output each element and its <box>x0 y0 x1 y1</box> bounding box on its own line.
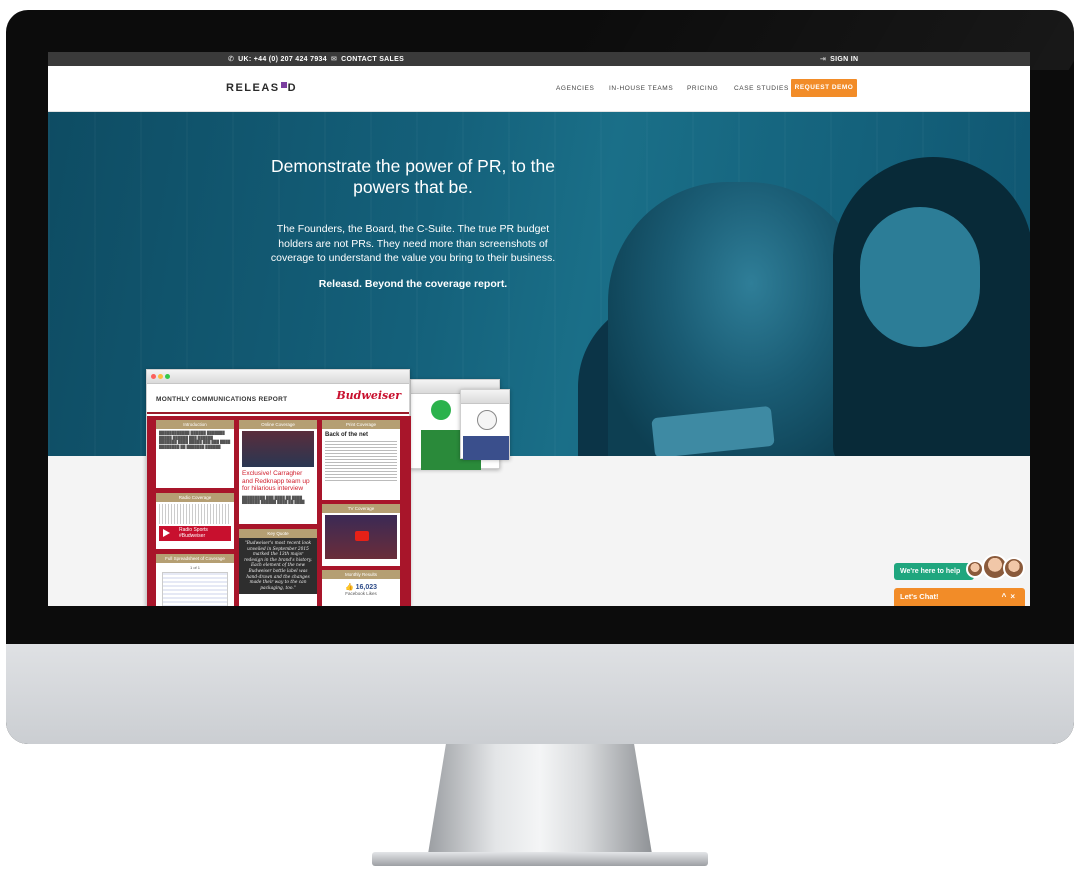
website-screen: ✆ UK: +44 (0) 207 424 7934 ✉ CONTACT SAL… <box>48 52 1030 606</box>
radio-hashtag: #Budweiser <box>179 532 206 539</box>
nav-pricing[interactable]: PRICING <box>687 85 718 92</box>
facebook-likes-value: 👍 16,023 <box>322 583 400 591</box>
publicity-badge <box>431 400 451 420</box>
contact-sales-link[interactable]: ✉ CONTACT SALES <box>331 55 405 64</box>
mail-icon: ✉ <box>331 56 338 63</box>
tv-video-thumbnail[interactable] <box>325 515 397 559</box>
nav-in-house-teams[interactable]: IN-HOUSE TEAMS <box>609 85 673 92</box>
hero-tagline: Releasd. Beyond the coverage report. <box>318 277 508 290</box>
nav-case-studies[interactable]: CASE STUDIES <box>734 85 789 92</box>
logo-mark-icon <box>280 82 287 88</box>
hero-copy: Demonstrate the power of PR, to the powe… <box>268 156 558 290</box>
radio-play-button[interactable]: Radio Sports #Budweiser <box>159 526 231 541</box>
monitor-chin <box>6 644 1074 744</box>
monthly-results-card: Monthly Results 👍 16,023 Facebook Likes <box>322 570 400 606</box>
hero-body: The Founders, the Board, the C-Suite. Th… <box>270 223 556 264</box>
audio-waveform <box>159 504 231 524</box>
video-play-icon <box>355 531 369 541</box>
hero-headline: Demonstrate the power of PR, to the powe… <box>270 156 556 197</box>
agent-avatar-3 <box>1003 557 1025 579</box>
card-title: Monthly Results <box>322 570 400 579</box>
window-titlebar <box>461 390 509 404</box>
report-body: Introduction ████████████ ██████ ███████… <box>147 416 411 606</box>
monitor-stand <box>428 744 652 854</box>
top-bar: ✆ UK: +44 (0) 207 424 7934 ✉ CONTACT SAL… <box>48 52 1030 66</box>
print-headline: Back of the net <box>325 432 369 438</box>
monitor-stand-base <box>372 852 708 866</box>
chat-controls[interactable]: ^× <box>1002 588 1019 606</box>
card-title: Online Coverage <box>239 420 317 429</box>
likes-number: 16,023 <box>355 584 378 591</box>
card-title: Radio Coverage <box>156 493 234 502</box>
phone-icon: ✆ <box>228 56 235 63</box>
likes-label: Facebook Likes <box>345 591 377 596</box>
card-title: Key Quote <box>239 529 317 538</box>
close-icon[interactable]: × <box>1010 592 1019 601</box>
releasd-logo[interactable]: RELEAS D <box>226 82 297 94</box>
play-icon <box>163 529 170 537</box>
online-headline[interactable]: Exclusive! Carragher and Redknapp team u… <box>239 469 317 494</box>
budweiser-logo: Budweiser <box>336 389 401 402</box>
chat-launcher-bar[interactable]: Let's Chat! ^× <box>894 588 1025 606</box>
key-quote: "Budweiser's most recent look unveiled i… <box>239 538 317 595</box>
radio-card: Radio Coverage Radio Sports #Budweiser <box>156 493 234 549</box>
chat-help-bubble[interactable]: We're here to help <box>894 563 974 580</box>
preview-thumbnail <box>463 436 509 460</box>
contact-sales-label: CONTACT SALES <box>341 55 405 63</box>
report-header: MONTHLY COMMUNICATIONS REPORT Budweiser <box>147 384 409 414</box>
card-title: Print Coverage <box>322 420 400 429</box>
chat-launcher-label: Let's Chat! <box>900 592 939 601</box>
report-preview-back-2 <box>460 389 510 460</box>
maximize-dot-icon <box>165 374 170 379</box>
request-demo-button[interactable]: REQUEST DEMO <box>791 79 857 97</box>
page-indicator: 1 of 1 <box>189 565 200 570</box>
nav-agencies[interactable]: AGENCIES <box>556 85 594 92</box>
sign-in-link[interactable]: ⇥ SIGN IN <box>820 55 859 64</box>
sign-in-icon: ⇥ <box>820 56 827 63</box>
online-coverage-card: Online Coverage Exclusive! Carragher and… <box>239 420 317 524</box>
thumbs-up-icon: 👍 <box>344 584 354 591</box>
sign-in-label: SIGN IN <box>830 55 859 63</box>
spreadsheet-card: Full Spreadsheet of Coverage 1 of 1 <box>156 554 234 606</box>
report-preview-window: MONTHLY COMMUNICATIONS REPORT Budweiser … <box>146 369 411 606</box>
window-titlebar <box>147 370 409 384</box>
minimize-dot-icon <box>158 374 163 379</box>
print-clipping <box>325 441 397 481</box>
intro-card: Introduction ████████████ ██████ ███████… <box>156 420 234 488</box>
card-title: Full Spreadsheet of Coverage <box>156 554 234 563</box>
card-title: Introduction <box>156 420 234 429</box>
online-thumbnail <box>242 431 314 467</box>
key-quote-card: Key Quote "Budweiser's most recent look … <box>239 529 317 606</box>
phone-link[interactable]: ✆ UK: +44 (0) 207 424 7934 <box>228 55 327 64</box>
online-snippet: █████████ ███ ████ ██ ████ ███████ █████… <box>242 495 305 505</box>
main-nav: RELEAS D AGENCIES IN-HOUSE TEAMS PRICING … <box>48 66 1030 112</box>
report-title: MONTHLY COMMUNICATIONS REPORT <box>156 396 288 403</box>
print-coverage-card: Print Coverage Back of the net <box>322 420 400 500</box>
hero-photo-woman-face <box>860 207 980 347</box>
phone-number: UK: +44 (0) 207 424 7934 <box>238 55 327 63</box>
jump-badge <box>477 410 497 430</box>
spreadsheet-preview <box>162 572 228 606</box>
card-title: TV Coverage <box>322 504 400 513</box>
intro-text: ████████████ ██████ ███████ █████ ██████… <box>159 431 231 449</box>
tv-coverage-card: TV Coverage <box>322 504 400 566</box>
close-dot-icon <box>151 374 156 379</box>
